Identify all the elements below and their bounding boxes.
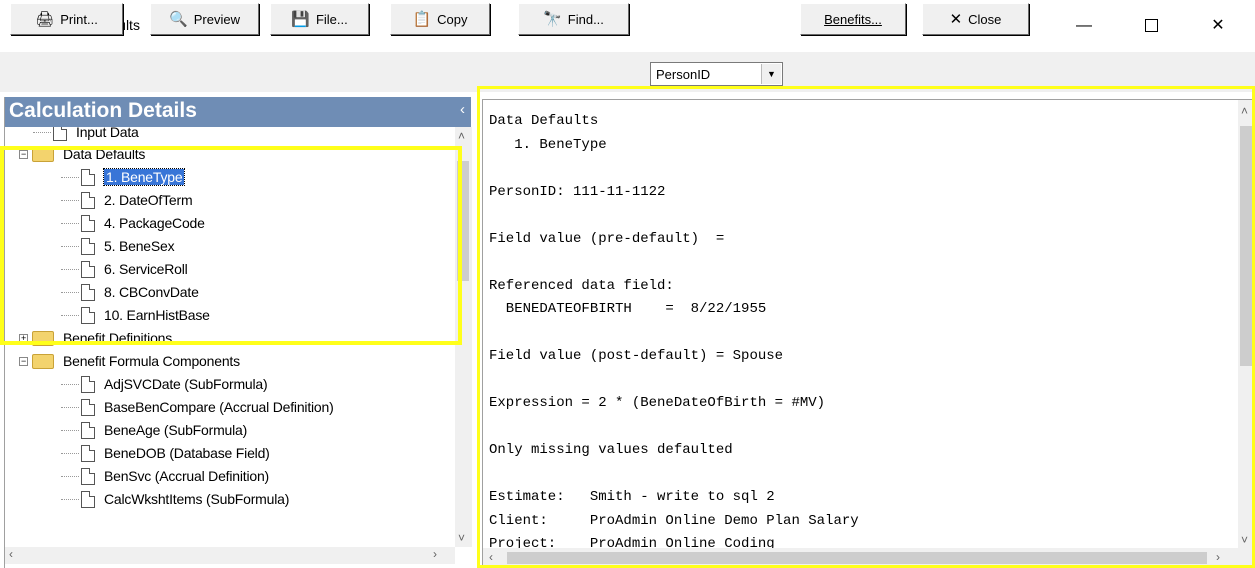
- tree-item-benetype[interactable]: 1. BeneType: [61, 166, 186, 188]
- copy-button[interactable]: 📋 Copy: [390, 3, 490, 35]
- document-icon: [81, 375, 95, 393]
- preview-button[interactable]: 🔍 Preview: [150, 3, 259, 35]
- close-label: Close: [968, 11, 1002, 27]
- benefits-label: Benefits...: [824, 11, 882, 27]
- print-button[interactable]: 🖨 Print...: [10, 3, 123, 35]
- tree-vertical-scrollbar[interactable]: ˄ ˅: [455, 127, 472, 547]
- collapse-panel-icon[interactable]: ‹: [460, 101, 465, 118]
- tree-item-beneage[interactable]: BeneAge (SubFormula): [61, 419, 247, 441]
- document-icon: [81, 237, 95, 255]
- tree-item-benefit-formula-components[interactable]: − Benefit Formula Components: [19, 350, 240, 372]
- close-icon: ✕: [949, 11, 963, 28]
- calculation-tree[interactable]: Input Data − Data Defaults 1. BeneType 2.…: [5, 127, 455, 547]
- close-button[interactable]: ✕ Close: [922, 3, 1029, 35]
- binoculars-icon: 🔭: [543, 11, 562, 28]
- floppy-disk-icon: 💾: [291, 11, 310, 28]
- tree-item-benefit-definitions[interactable]: + Benefit Definitions: [19, 327, 172, 349]
- scrollbar-thumb[interactable]: [457, 161, 469, 281]
- expand-node-icon[interactable]: +: [19, 333, 28, 343]
- tree-item-adjsvcdate[interactable]: AdjSVCDate (SubFormula): [61, 373, 268, 395]
- file-button[interactable]: 💾 File...: [270, 3, 369, 35]
- person-id-dropdown[interactable]: PersonID ▼: [650, 62, 783, 86]
- maximize-button[interactable]: [1128, 8, 1174, 44]
- document-icon: [81, 490, 95, 508]
- benefits-button[interactable]: Benefits...: [800, 3, 906, 35]
- minimize-button[interactable]: —: [1061, 8, 1107, 44]
- report-highlight-frame: [477, 86, 1255, 568]
- document-icon: [81, 421, 95, 439]
- tree-item-data-defaults[interactable]: − Data Defaults: [19, 143, 145, 165]
- tree-item-packagecode[interactable]: 4. PackageCode: [61, 212, 205, 234]
- tree-item-serviceroll[interactable]: 6. ServiceRoll: [61, 258, 188, 280]
- tree-item-earnhistbase[interactable]: 10. EarnHistBase: [61, 304, 210, 326]
- tree-item-benesex[interactable]: 5. BeneSex: [61, 235, 175, 257]
- collapse-node-icon[interactable]: −: [19, 149, 28, 159]
- person-id-value: PersonID: [656, 67, 711, 82]
- collapse-node-icon[interactable]: −: [19, 356, 28, 366]
- document-icon: [81, 283, 95, 301]
- folder-icon: [32, 353, 54, 369]
- document-icon: [81, 260, 95, 278]
- scroll-up-icon[interactable]: ˄: [458, 129, 465, 143]
- document-icon: [81, 168, 95, 186]
- panel-title: Calculation Details: [9, 99, 197, 122]
- document-icon: [81, 306, 95, 324]
- document-icon: [81, 467, 95, 485]
- close-window-button[interactable]: ✕: [1195, 8, 1241, 44]
- document-icon: [81, 191, 95, 209]
- calculation-details-panel: Calculation Details ‹ Input Data − Data D…: [4, 97, 473, 568]
- preview-label: Preview: [193, 11, 240, 27]
- copy-icon: 📋: [412, 11, 432, 28]
- chevron-down-icon[interactable]: ▼: [761, 64, 781, 84]
- print-label: Print...: [60, 11, 98, 27]
- tree-item-calcwkshtitems[interactable]: CalcWkshtItems (SubFormula): [61, 488, 289, 510]
- tree-item-benedob[interactable]: BeneDOB (Database Field): [61, 442, 270, 464]
- tree-item-cbconvdate[interactable]: 8. CBConvDate: [61, 281, 199, 303]
- document-icon: [81, 398, 95, 416]
- tree-item-basebencompare[interactable]: BaseBenCompare (Accrual Definition): [61, 396, 334, 418]
- folder-icon: [32, 146, 54, 162]
- scroll-right-icon[interactable]: ›: [433, 547, 437, 561]
- document-icon: [81, 444, 95, 462]
- scroll-down-icon[interactable]: ˅: [458, 531, 465, 545]
- tree-item-bensvc[interactable]: BenSvc (Accrual Definition): [61, 465, 269, 487]
- copy-label: Copy: [437, 11, 468, 27]
- find-label: Find...: [567, 11, 604, 27]
- printer-icon: 🖨: [35, 11, 55, 28]
- document-icon: [53, 127, 67, 141]
- tree-item-dateofterm[interactable]: 2. DateOfTerm: [61, 189, 193, 211]
- scroll-left-icon[interactable]: ‹: [9, 547, 13, 561]
- maximize-icon: [1144, 19, 1158, 33]
- find-button[interactable]: 🔭 Find...: [518, 3, 629, 35]
- tree-item-input-data[interactable]: Input Data: [33, 127, 139, 143]
- file-label: File...: [315, 11, 348, 27]
- magnifier-icon: 🔍: [169, 11, 188, 28]
- document-icon: [81, 214, 95, 232]
- folder-icon: [32, 330, 54, 346]
- tree-horizontal-scrollbar[interactable]: ‹ ›: [5, 547, 455, 564]
- panel-header: Calculation Details ‹: [5, 97, 471, 127]
